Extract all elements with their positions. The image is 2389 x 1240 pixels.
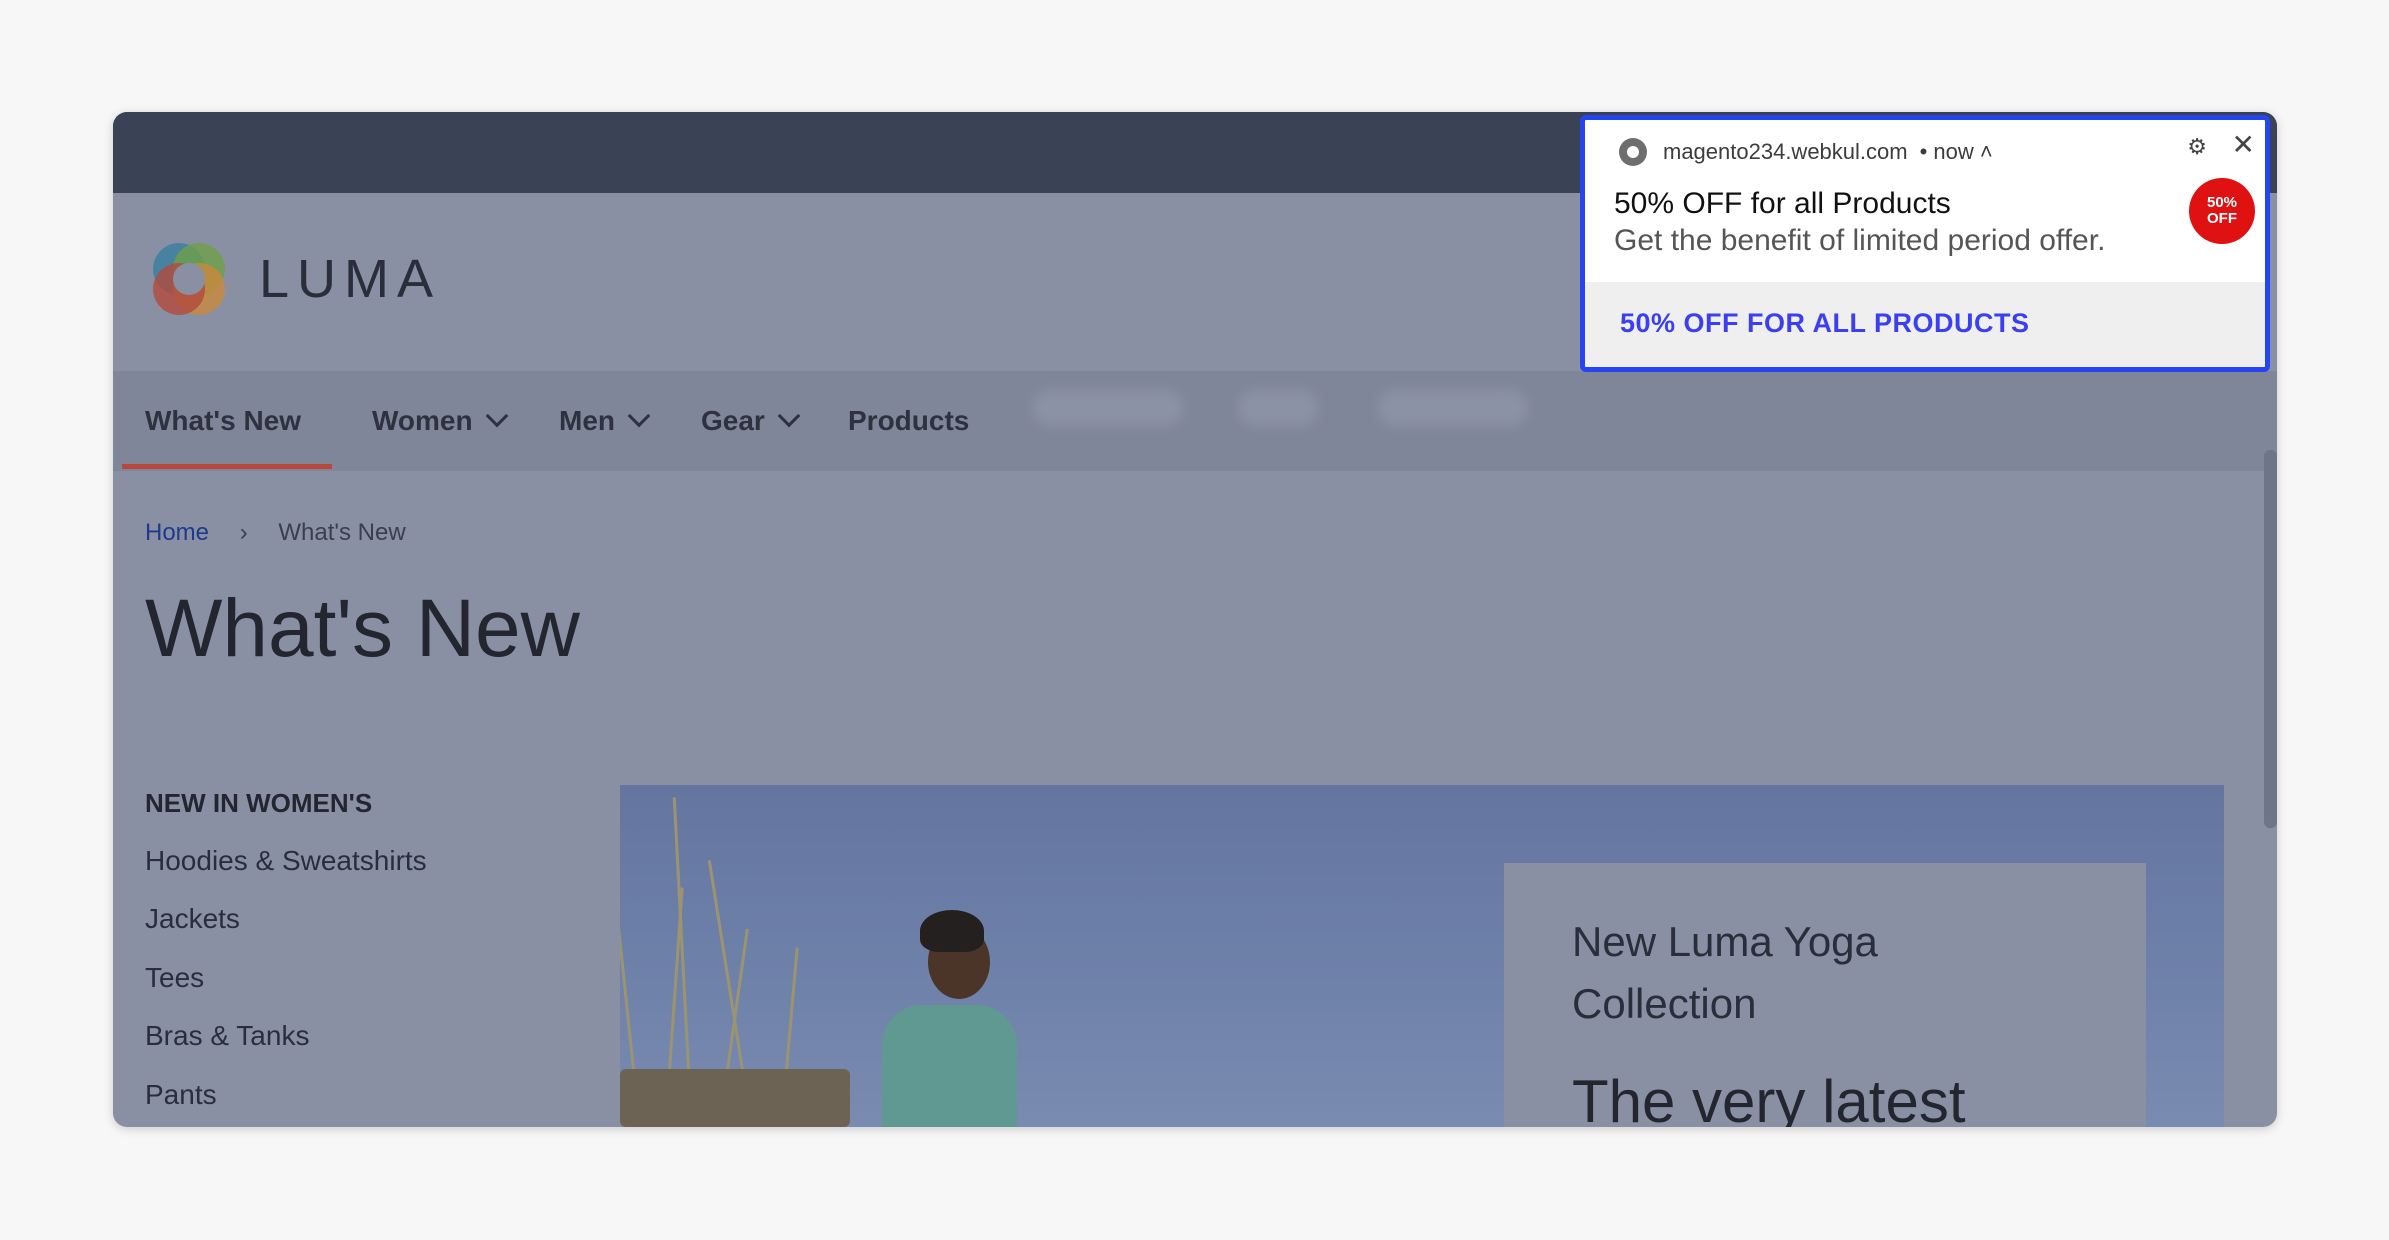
notification-action-label: 50% OFF FOR ALL PRODUCTS — [1620, 308, 2030, 338]
notification-action-button[interactable]: 50% OFF FOR ALL PRODUCTS — [1585, 282, 2265, 367]
nav-item-men[interactable]: Men — [559, 371, 651, 471]
hero-model-body — [882, 1005, 1017, 1127]
breadcrumb-home-link[interactable]: Home — [145, 519, 209, 546]
nav-item-women[interactable]: Women — [372, 371, 508, 471]
notification-header: magento234.webkul.com • now ˄ — [1619, 138, 1993, 166]
brand-name[interactable]: LUMA — [259, 248, 441, 310]
sidebar-link-tees[interactable]: Tees — [145, 962, 204, 994]
notification-time: • now ˄ — [1919, 139, 1993, 164]
chrome-icon — [1619, 138, 1647, 166]
notification-body: Get the benefit of limited period offer. — [1614, 224, 2106, 257]
promo-subheading: The very latest — [1572, 1068, 1966, 1127]
chevron-down-icon — [485, 404, 508, 428]
push-notification[interactable]: magento234.webkul.com • now ˄ ⚙ ✕ 50% OF… — [1580, 115, 2270, 372]
discount-badge-icon: 50% OFF — [2189, 178, 2255, 244]
page-title: What's New — [145, 583, 580, 674]
gear-icon[interactable]: ⚙ — [2187, 134, 2207, 160]
main-navigation: What's New Women Men Gear Products — [113, 371, 2277, 471]
chevron-down-icon — [627, 404, 651, 428]
nav-item-products[interactable]: Products — [848, 371, 969, 471]
sidebar-link-bras-tanks[interactable]: Bras & Tanks — [145, 1020, 309, 1052]
nav-item-whats-new[interactable]: What's New — [145, 371, 301, 471]
breadcrumb-current: What's New — [278, 519, 406, 546]
nav-item-blurred — [1238, 390, 1318, 426]
notification-site: magento234.webkul.com — [1663, 139, 1908, 164]
promo-heading: New Luma Yoga Collection — [1572, 918, 1878, 1027]
sidebar-link-pants[interactable]: Pants — [145, 1079, 217, 1111]
close-icon[interactable]: ✕ — [2232, 128, 2255, 161]
sidebar-heading: NEW IN WOMEN'S — [145, 788, 373, 818]
hero-model-hair — [920, 910, 984, 952]
nav-item-blurred — [1378, 390, 1528, 426]
breadcrumb: Home › What's New — [145, 519, 406, 547]
breadcrumb-separator-icon: › — [239, 519, 248, 546]
page-scrollbar[interactable] — [2264, 450, 2277, 828]
chevron-down-icon — [777, 404, 801, 428]
nav-item-gear[interactable]: Gear — [701, 371, 801, 471]
notification-title: 50% OFF for all Products — [1614, 187, 1951, 220]
luma-logo-icon[interactable] — [145, 235, 233, 323]
sidebar-link-hoodies[interactable]: Hoodies & Sweatshirts — [145, 845, 427, 877]
hero-banner[interactable]: New Luma Yoga Collection The very latest — [620, 785, 2224, 1127]
promo-card: New Luma Yoga Collection The very latest — [1504, 863, 2146, 1127]
nav-active-indicator — [122, 464, 332, 469]
sidebar-link-jackets[interactable]: Jackets — [145, 903, 240, 935]
hero-log — [620, 1069, 850, 1127]
nav-item-blurred — [1033, 390, 1183, 426]
